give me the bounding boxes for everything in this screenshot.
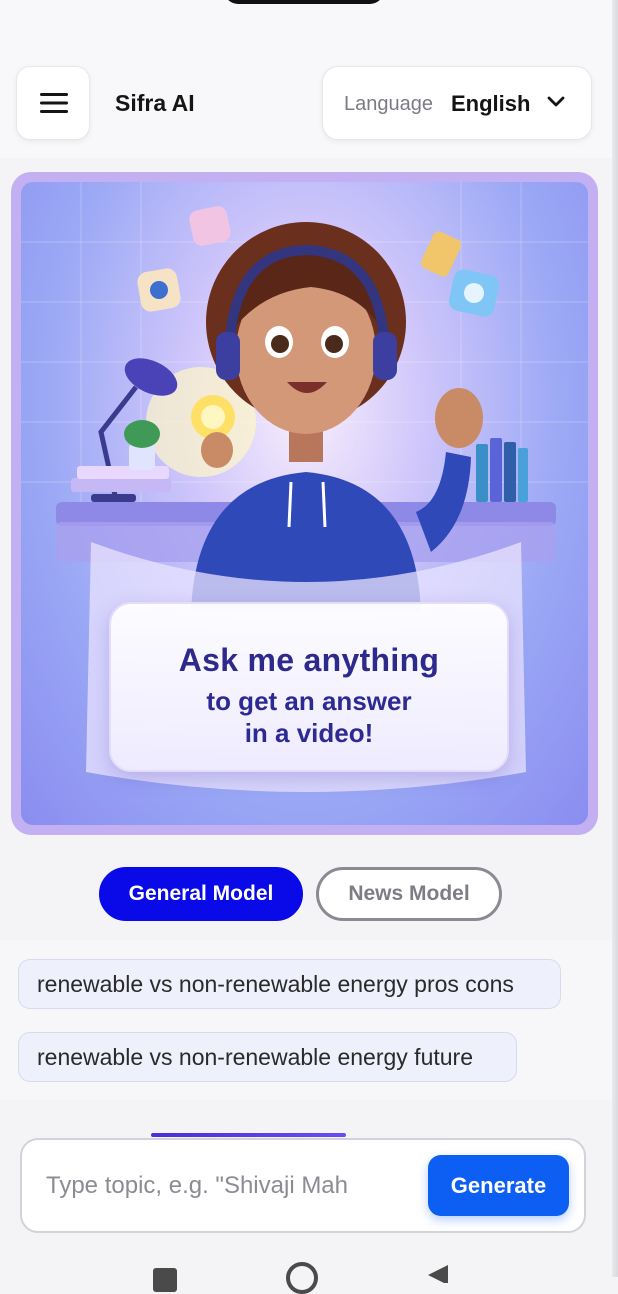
- back-icon[interactable]: [424, 1263, 450, 1283]
- language-label: Language: [344, 93, 433, 115]
- hero-tagline-line1: Ask me anything: [178, 642, 440, 678]
- general-model-button[interactable]: General Model: [99, 867, 303, 921]
- topic-input[interactable]: [44, 1160, 408, 1212]
- hero-banner: Ask me anything to get an answer in a vi…: [11, 172, 598, 835]
- hamburger-menu-icon: [40, 93, 68, 113]
- hero-tagline-line3: in a video!: [244, 718, 374, 748]
- app-title: Sifra AI: [115, 90, 195, 116]
- suggestion-chip[interactable]: renewable vs non-renewable energy future: [18, 1032, 517, 1082]
- device-notch: [224, 0, 384, 4]
- hero-tagline-line2: to get an answer: [206, 686, 412, 716]
- loading-indicator: [151, 1133, 346, 1137]
- app-header: Sifra AI Language English: [0, 0, 612, 158]
- menu-button[interactable]: [16, 66, 90, 140]
- suggestion-chip[interactable]: renewable vs non-renewable energy pros c…: [18, 959, 561, 1009]
- home-icon[interactable]: [286, 1262, 318, 1294]
- generate-button[interactable]: Generate: [428, 1155, 569, 1216]
- chevron-down-icon: [547, 96, 565, 107]
- news-model-button[interactable]: News Model: [316, 867, 502, 921]
- device-edge: [612, 0, 618, 1277]
- hero-illustration: Ask me anything to get an answer in a vi…: [21, 182, 588, 825]
- language-selector[interactable]: Language English: [322, 66, 592, 140]
- hero-tagline-card: Ask me anything to get an answer in a vi…: [109, 602, 509, 772]
- language-value: English: [451, 91, 531, 116]
- recent-apps-icon[interactable]: [153, 1268, 177, 1292]
